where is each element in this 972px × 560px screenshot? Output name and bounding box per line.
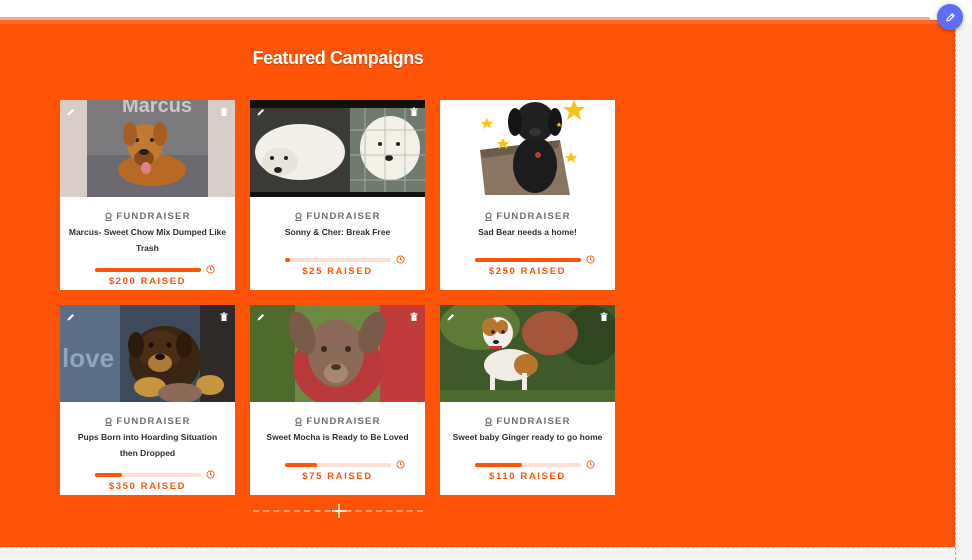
pencil-icon bbox=[447, 314, 454, 321]
clock-icon bbox=[206, 470, 215, 479]
pencil-icon bbox=[945, 12, 955, 21]
campaign-image[interactable] bbox=[250, 100, 425, 197]
progress-fill bbox=[285, 258, 291, 262]
amount-raised: $75 RAISED bbox=[302, 471, 373, 482]
campaign-card[interactable]: FUNDRAISER Sweet Mocha is Ready to Be Lo… bbox=[250, 305, 425, 495]
campaign-type-row: FUNDRAISER bbox=[440, 211, 615, 222]
delete-card-button[interactable] bbox=[408, 311, 420, 323]
progress-fill bbox=[285, 463, 317, 467]
edit-card-button[interactable] bbox=[65, 311, 77, 323]
progress-fill bbox=[95, 268, 201, 272]
campaign-title[interactable]: Pups Born into Hoarding Situation then D… bbox=[68, 429, 227, 461]
campaign-title[interactable]: Sweet baby Ginger ready to go home bbox=[448, 429, 607, 445]
campaign-title[interactable]: Sad Bear needs a home! bbox=[448, 224, 607, 240]
image-sign-text: love bbox=[62, 343, 114, 373]
edit-card-button[interactable] bbox=[445, 311, 457, 323]
add-row-control[interactable] bbox=[253, 503, 423, 519]
clock-icon bbox=[396, 255, 405, 264]
trash-icon bbox=[410, 312, 418, 321]
progress-bar bbox=[475, 258, 581, 262]
progress-bar bbox=[285, 463, 391, 467]
fundraiser-icon bbox=[295, 417, 303, 426]
pencil-icon bbox=[67, 109, 74, 116]
fundraiser-icon bbox=[295, 212, 303, 221]
campaign-type: FUNDRAISER bbox=[306, 416, 381, 427]
campaign-card[interactable]: FUNDRAISER Sonny & Cher: Break Free $25 … bbox=[250, 100, 425, 290]
campaign-type-row: FUNDRAISER bbox=[60, 416, 235, 427]
campaign-type: FUNDRAISER bbox=[116, 416, 191, 427]
campaign-image[interactable] bbox=[440, 100, 615, 197]
clock-icon bbox=[396, 460, 405, 469]
edit-section-button[interactable] bbox=[937, 4, 963, 30]
plus-icon[interactable] bbox=[331, 503, 347, 519]
campaign-image[interactable]: Marcus bbox=[60, 100, 235, 197]
amount-raised: $350 RAISED bbox=[108, 481, 187, 492]
right-gutter bbox=[955, 24, 972, 560]
progress-fill bbox=[475, 463, 522, 467]
clock-icon bbox=[206, 265, 215, 274]
progress-fill bbox=[475, 258, 581, 262]
delete-card-button[interactable] bbox=[408, 106, 420, 118]
delete-card-button[interactable] bbox=[598, 311, 610, 323]
edit-card-button[interactable] bbox=[255, 106, 267, 118]
trash-icon bbox=[600, 312, 608, 321]
trash-icon bbox=[410, 107, 418, 116]
progress-bar bbox=[95, 473, 201, 477]
campaign-type-row: FUNDRAISER bbox=[60, 211, 235, 222]
campaign-image[interactable] bbox=[440, 305, 615, 402]
clock-icon bbox=[586, 460, 595, 469]
clock-icon bbox=[586, 255, 595, 264]
campaign-type-row: FUNDRAISER bbox=[250, 211, 425, 222]
campaign-type: FUNDRAISER bbox=[496, 416, 571, 427]
pencil-icon bbox=[257, 314, 264, 321]
amount-raised: $110 RAISED bbox=[489, 471, 566, 482]
campaign-card[interactable]: FUNDRAISER Sweet baby Ginger ready to go… bbox=[440, 305, 615, 495]
trash-icon bbox=[220, 312, 228, 321]
progress-bar bbox=[95, 268, 201, 272]
delete-card-button[interactable] bbox=[218, 106, 230, 118]
section-title: Featured Campaigns bbox=[252, 48, 424, 68]
fundraiser-icon bbox=[485, 212, 493, 221]
campaign-image[interactable]: love bbox=[60, 305, 235, 402]
progress-fill bbox=[95, 473, 122, 477]
campaign-image[interactable] bbox=[250, 305, 425, 402]
campaign-type-row: FUNDRAISER bbox=[440, 416, 615, 427]
top-band bbox=[0, 0, 972, 18]
campaign-type: FUNDRAISER bbox=[116, 211, 191, 222]
amount-raised: $25 RAISED bbox=[302, 266, 373, 277]
bottom-gutter bbox=[0, 547, 955, 560]
edit-card-button[interactable] bbox=[255, 311, 267, 323]
amount-raised: $250 RAISED bbox=[488, 266, 567, 277]
campaign-card[interactable]: Marcus FUNDRAISER Marcus- Sweet Chow Mix… bbox=[60, 100, 235, 290]
delete-card-button[interactable] bbox=[218, 311, 230, 323]
campaign-type: FUNDRAISER bbox=[306, 211, 381, 222]
campaign-title[interactable]: Marcus- Sweet Chow Mix Dumped Like Trash bbox=[68, 224, 227, 256]
fundraiser-icon bbox=[105, 417, 113, 426]
fundraiser-icon bbox=[105, 212, 113, 221]
progress-bar bbox=[285, 258, 391, 262]
image-sign-text: Marcus bbox=[122, 100, 192, 117]
progress-bar bbox=[475, 463, 581, 467]
amount-raised: $200 RAISED bbox=[108, 276, 187, 287]
campaign-title[interactable]: Sonny & Cher: Break Free bbox=[258, 224, 417, 240]
edit-card-button[interactable] bbox=[65, 106, 77, 118]
campaign-type: FUNDRAISER bbox=[496, 211, 571, 222]
campaign-type-row: FUNDRAISER bbox=[250, 416, 425, 427]
campaign-card[interactable]: FUNDRAISER Sad Bear needs a home! $250 R… bbox=[440, 100, 615, 290]
pencil-icon bbox=[67, 314, 74, 321]
trash-icon bbox=[220, 107, 228, 116]
campaign-card[interactable]: love FUNDRAISER Pups Born into Hoarding … bbox=[60, 305, 235, 495]
pencil-icon bbox=[257, 109, 264, 116]
fundraiser-icon bbox=[485, 417, 493, 426]
campaign-title[interactable]: Sweet Mocha is Ready to Be Loved bbox=[258, 429, 417, 445]
